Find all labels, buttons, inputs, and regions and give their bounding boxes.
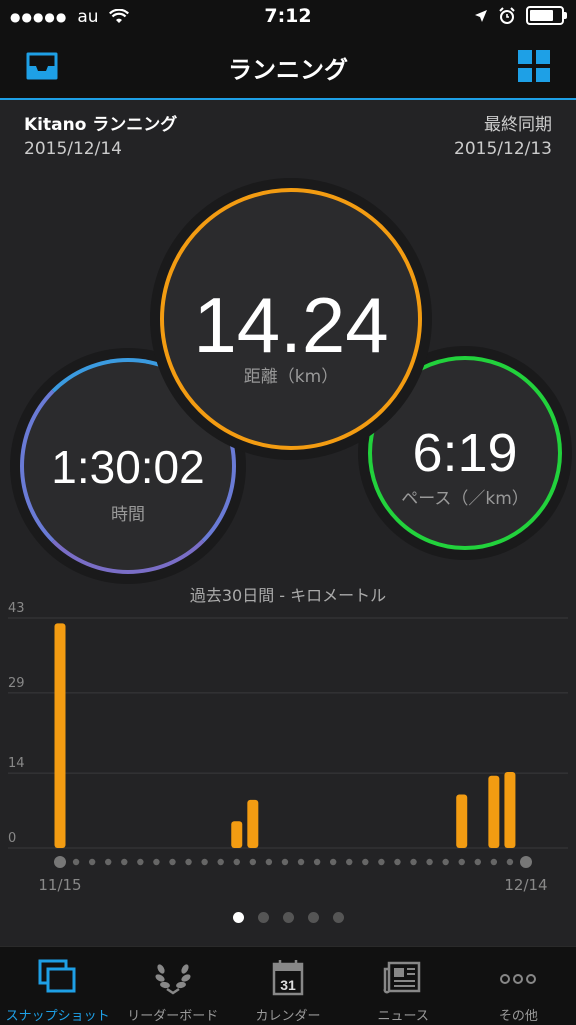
page-title: ランニング	[228, 56, 348, 84]
tab-calendar[interactable]: 31 カレンダー	[230, 947, 345, 1025]
page-indicator[interactable]	[0, 912, 576, 923]
axis-day-dot	[458, 858, 465, 866]
axis-day-dot	[506, 858, 514, 866]
axis-day-dot	[474, 858, 481, 866]
chart-bar	[488, 775, 500, 848]
chart-bar	[231, 821, 243, 848]
axis-day-dot	[249, 858, 257, 866]
axis-day-dot	[378, 858, 385, 866]
distance-bar-chart: 0 14 29 43 11/15 12/14	[8, 601, 568, 894]
status-bar: ●●●●● au 7:12	[0, 0, 576, 36]
axis-day-dot	[153, 858, 160, 866]
pace-value: 6:19	[412, 423, 518, 483]
y-tick-label: 14	[8, 756, 25, 771]
axis-day-dot	[217, 858, 224, 866]
axis-day-dot	[346, 858, 353, 866]
axis-day-dot	[137, 858, 144, 866]
activity-date: 2015/12/14	[24, 139, 122, 159]
snapshot-icon	[38, 959, 76, 993]
tab-label: その他	[498, 1009, 538, 1024]
distance-value: 14.24	[193, 281, 389, 369]
battery-icon	[526, 6, 567, 25]
activity-name: Kitano ランニング	[24, 115, 178, 135]
page-dot[interactable]	[307, 912, 319, 923]
tab-label: スナップショット	[5, 1009, 110, 1024]
tab-bar: スナップショット リーダーボード 31 カレンダー ニュース その他	[0, 946, 576, 1025]
battery-fill	[530, 10, 554, 21]
chart-bar	[247, 799, 259, 848]
axis-end-marker	[520, 856, 532, 868]
calendar-icon: 31	[272, 960, 304, 996]
axis-end-marker	[54, 856, 66, 868]
axis-day-dot	[169, 858, 176, 866]
axis-day-dot	[297, 858, 305, 866]
location-arrow-icon	[475, 9, 487, 22]
sync-label: 最終同期	[484, 115, 552, 135]
page-dot[interactable]	[257, 912, 269, 923]
tab-label: リーダーボード	[127, 1009, 219, 1024]
newspaper-icon	[383, 961, 421, 994]
axis-day-dot	[201, 858, 208, 866]
axis-day-dot	[72, 858, 80, 866]
calendar-day: 31	[280, 977, 296, 993]
activity-header: Kitano ランニング 2015/12/14	[24, 110, 177, 159]
axis-day-dot	[281, 858, 289, 866]
tab-label: カレンダー	[255, 1009, 321, 1024]
nav-bar: ランニング	[0, 36, 576, 100]
sync-info: 最終同期 2015/12/13	[454, 110, 552, 159]
alarm-clock-icon	[499, 6, 515, 24]
axis-day-dot	[329, 858, 337, 866]
x-end-label: 12/14	[504, 876, 547, 894]
chart-bar	[456, 794, 468, 848]
axis-day-dot	[426, 858, 433, 866]
axis-day-dot	[233, 858, 240, 866]
chart-bar	[54, 623, 66, 848]
axis-day-dot	[442, 858, 449, 866]
laurel-icon	[155, 964, 191, 995]
axis-day-dot	[394, 858, 401, 866]
page-dot[interactable]	[332, 912, 344, 923]
y-tick-label: 0	[8, 831, 16, 846]
axis-day-dot	[265, 858, 273, 866]
axis-day-dot	[490, 858, 498, 866]
axis-day-dot	[105, 858, 112, 866]
time-label: 時間	[111, 505, 145, 525]
page-dot[interactable]	[232, 912, 244, 923]
axis-day-dot	[185, 858, 192, 866]
axis-day-dot	[121, 858, 128, 866]
axis-day-dot	[88, 858, 96, 866]
distance-stat-circle[interactable]: 14.24 距離（km）	[160, 188, 422, 450]
page-dot[interactable]	[282, 912, 294, 923]
y-tick-label: 43	[8, 601, 25, 616]
time-value: 1:30:02	[51, 441, 205, 493]
axis-day-dot	[313, 858, 321, 866]
axis-day-dot	[362, 858, 369, 866]
tab-snapshot[interactable]: スナップショット	[0, 947, 115, 1025]
status-right	[474, 6, 567, 25]
tab-news[interactable]: ニュース	[346, 947, 461, 1025]
distance-label: 距離（km）	[243, 367, 339, 387]
pace-label: ペース（／km）	[401, 489, 529, 509]
axis-day-dot	[410, 858, 417, 866]
tab-leaderboard[interactable]: リーダーボード	[115, 947, 230, 1025]
x-start-label: 11/15	[38, 876, 81, 894]
grid-icon[interactable]	[516, 50, 552, 82]
tab-label: ニュース	[377, 1009, 429, 1024]
more-icon	[500, 974, 537, 984]
y-tick-label: 29	[8, 676, 25, 691]
sync-date: 2015/12/13	[454, 139, 552, 159]
tab-more[interactable]: その他	[461, 947, 576, 1025]
chart-bar	[504, 772, 516, 848]
